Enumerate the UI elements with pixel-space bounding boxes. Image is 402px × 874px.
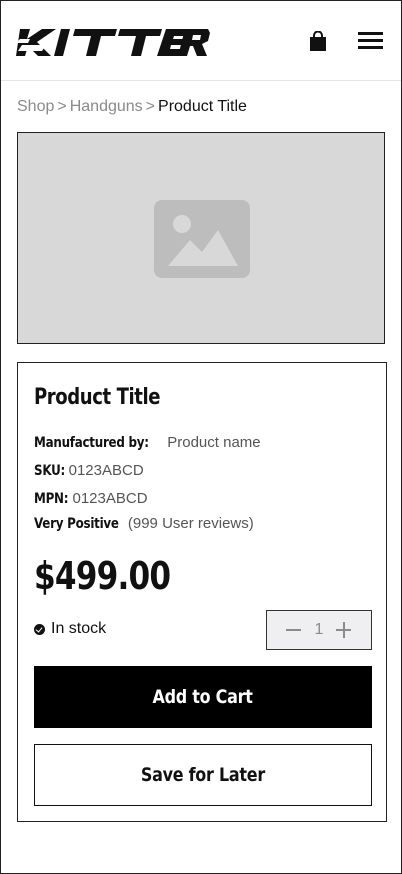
- product-image[interactable]: [17, 132, 385, 344]
- add-to-cart-button[interactable]: Add to Cart: [34, 666, 372, 728]
- plus-icon[interactable]: [334, 620, 354, 640]
- sku-row: SKU: 0123ABCD: [34, 461, 144, 481]
- stock-status: In stock: [34, 619, 106, 639]
- mpn-row: MPN: 0123ABCD: [34, 489, 148, 509]
- shopping-bag-icon[interactable]: [309, 30, 327, 51]
- breadcrumb-current: Product Title: [158, 98, 247, 115]
- hamburger-menu-icon[interactable]: [358, 32, 383, 50]
- rating-row[interactable]: Very Positive (999 User reviews): [34, 514, 254, 534]
- manufacturer-label: Manufactured by:: [34, 435, 149, 451]
- quantity-stepper: 1: [266, 610, 372, 650]
- save-for-later-button[interactable]: Save for Later: [34, 744, 372, 806]
- menu-line: [358, 46, 383, 49]
- add-to-cart-label: Add to Cart: [152, 686, 254, 708]
- rating-label: Very Positive: [34, 516, 119, 532]
- breadcrumb-separator: >: [57, 98, 67, 115]
- breadcrumb: Shop > Handguns > Product Title: [17, 97, 247, 117]
- product-details-card: Product Title Manufactured by: Product n…: [17, 362, 387, 822]
- mpn-value: 0123ABCD: [72, 490, 148, 507]
- mpn-label: MPN:: [34, 491, 69, 507]
- manufacturer-value: Product name: [167, 434, 261, 451]
- review-count[interactable]: (999 User reviews): [128, 515, 254, 532]
- sku-label: SKU:: [34, 463, 65, 479]
- save-for-later-label: Save for Later: [140, 764, 266, 786]
- quantity-value[interactable]: 1: [309, 620, 329, 640]
- manufacturer-row: Manufactured by: Product name: [34, 433, 261, 453]
- breadcrumb-shop[interactable]: Shop: [17, 98, 54, 115]
- site-header: [1, 1, 401, 81]
- product-price: $499.00: [34, 554, 171, 598]
- image-placeholder-icon: [154, 200, 250, 278]
- check-circle-icon: [34, 623, 45, 635]
- stock-status-label: In stock: [51, 620, 107, 637]
- menu-line: [358, 32, 383, 35]
- minus-icon[interactable]: [284, 620, 304, 640]
- breadcrumb-separator: >: [145, 98, 156, 115]
- product-title: Product Title: [34, 385, 161, 410]
- sku-value: 0123ABCD: [68, 462, 144, 479]
- brand-logo[interactable]: [16, 25, 210, 59]
- product-page: Shop > Handguns > Product Title Product Titl…: [0, 0, 402, 874]
- breadcrumb-handguns[interactable]: Handguns: [70, 98, 143, 115]
- menu-line: [358, 39, 383, 42]
